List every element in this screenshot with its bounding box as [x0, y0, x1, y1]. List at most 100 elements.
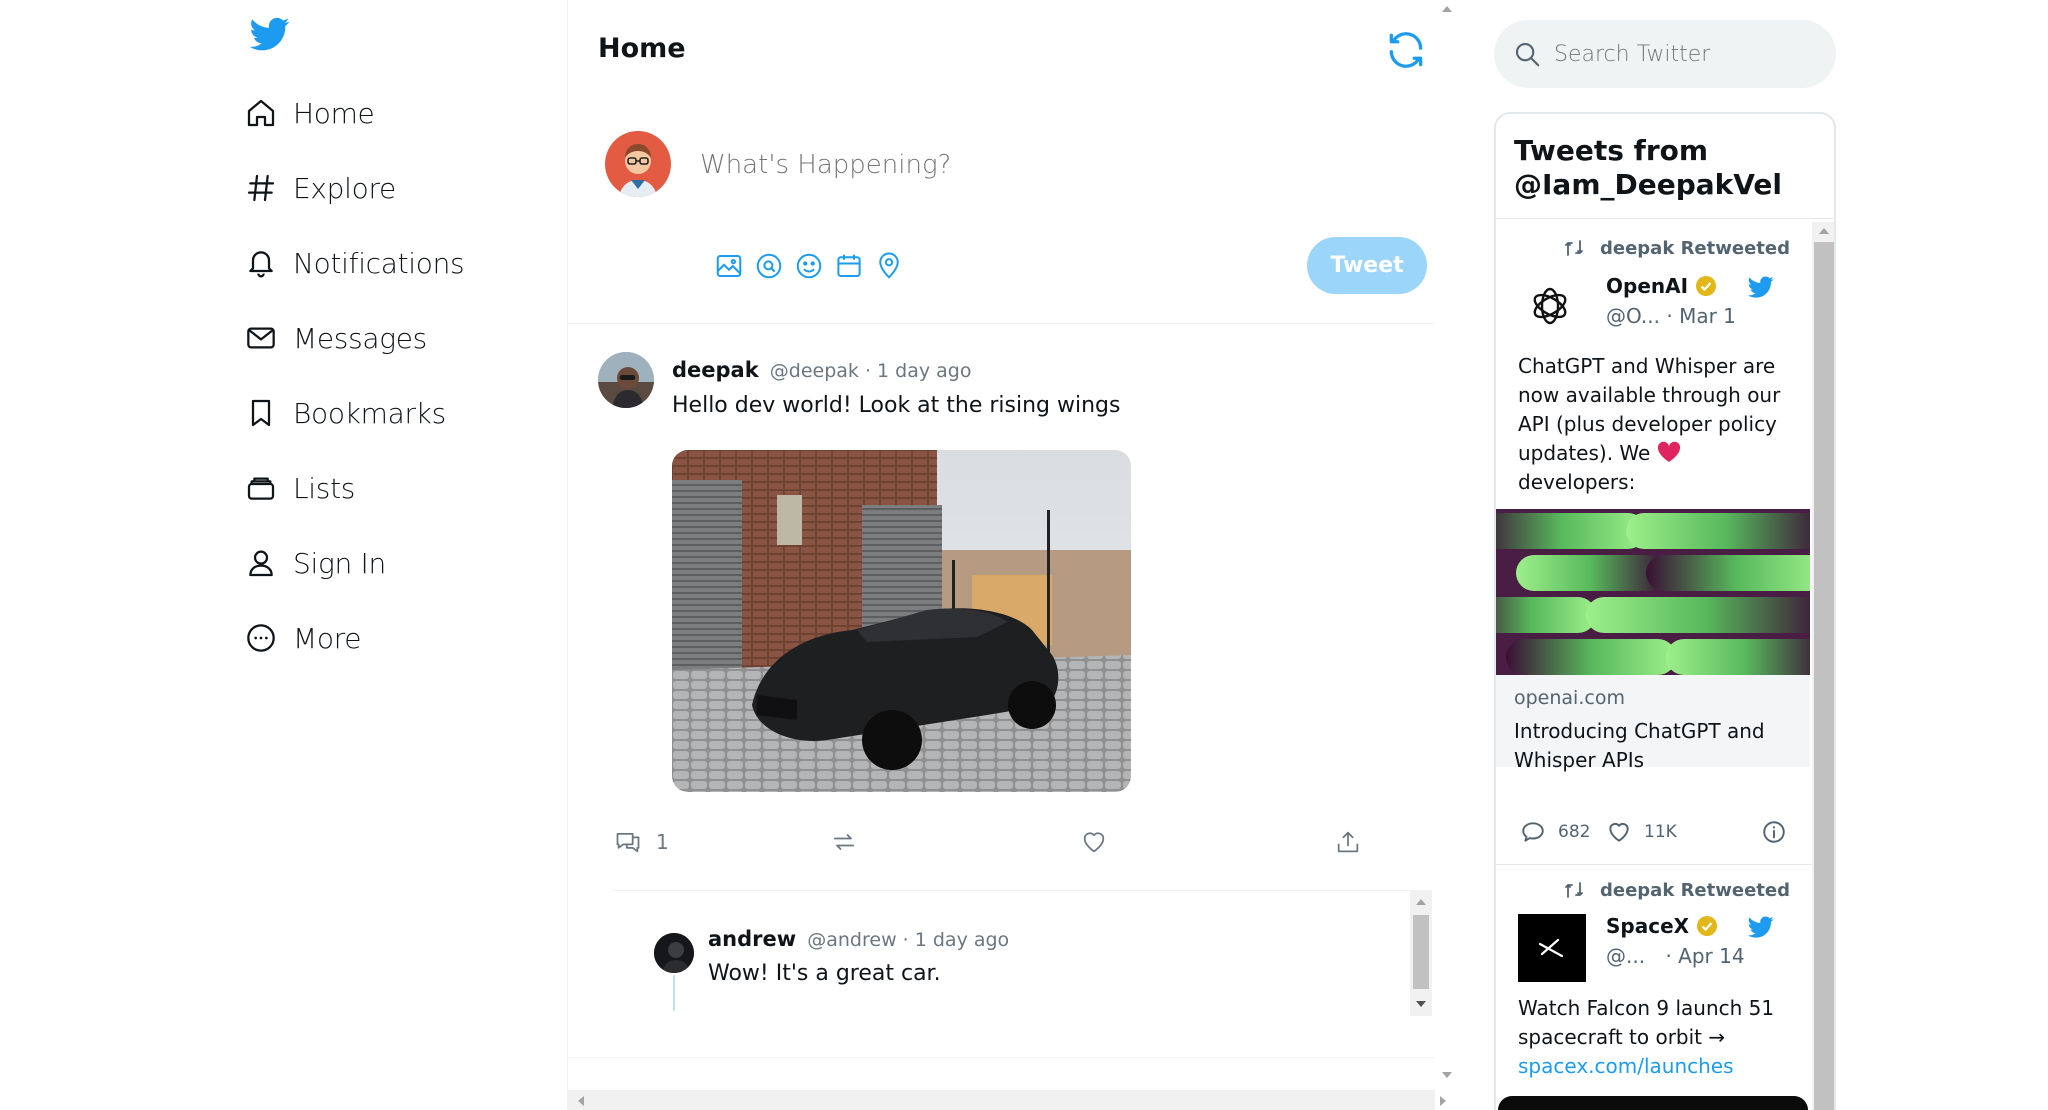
account-name[interactable]: SpaceX [1606, 914, 1689, 938]
reply-avatar[interactable] [654, 933, 694, 973]
openai-name[interactable]: OpenAI [1606, 274, 1718, 298]
spacex-meta: @... · Apr 14 [1606, 944, 1745, 968]
main-scrollbar[interactable] [1435, 0, 1458, 1090]
tweet-link[interactable]: spacex.com/launches [1518, 1054, 1734, 1078]
tweet-text: ChatGPT and Whisper are now available th… [1518, 354, 1781, 465]
tweet-date[interactable]: · Mar 1 [1666, 304, 1736, 328]
list-icon [247, 477, 275, 500]
retweet-icon [833, 834, 855, 850]
reply-scroll-thumb[interactable] [1413, 915, 1429, 989]
reply-meta: @andrew · 1 day ago [807, 929, 1010, 951]
nav-item-messages[interactable]: Messages [245, 313, 427, 363]
openai-card-image[interactable] [1496, 509, 1810, 675]
spacex-logo-icon [1538, 938, 1564, 958]
timeline-title-line1: Tweets from [1514, 134, 1709, 167]
retweet-label: deepak Retweeted [1562, 236, 1790, 260]
location-icon[interactable] [874, 251, 904, 281]
bookmark-icon [251, 399, 271, 427]
post-author-name[interactable]: deepak [672, 358, 759, 382]
retweet-icon [1565, 882, 1583, 898]
scroll-up-icon[interactable] [1415, 897, 1427, 907]
spacex-avatar[interactable] [1518, 914, 1586, 982]
home-icon [247, 99, 275, 127]
twitter-logo-icon[interactable] [247, 14, 293, 54]
compose-input[interactable] [700, 150, 1300, 180]
tweet-button[interactable]: Tweet [1307, 237, 1427, 294]
reply-count: 682 [1558, 822, 1591, 842]
openai-meta: @O... · Mar 1 [1606, 304, 1736, 328]
search-box[interactable] [1494, 20, 1836, 88]
verified-gold-icon [1697, 916, 1718, 936]
reply-scrollbar[interactable] [1410, 891, 1432, 1016]
thread-line [673, 975, 675, 1011]
refresh-icon[interactable] [1384, 28, 1428, 72]
share-action[interactable] [1334, 828, 1362, 856]
scroll-up-icon[interactable] [1818, 226, 1830, 236]
nav-item-label: Notifications [293, 246, 465, 280]
gif-search-icon[interactable] [754, 251, 784, 281]
schedule-icon[interactable] [834, 251, 864, 281]
nav-item-label: Messages [293, 321, 427, 355]
retweet-action[interactable] [830, 828, 858, 856]
spacex-name[interactable]: SpaceX [1606, 914, 1719, 938]
envelope-icon [247, 327, 275, 349]
timeline-title: Tweets from @Iam_DeepakVel [1514, 134, 1782, 202]
post-image[interactable] [672, 450, 1131, 792]
openai-avatar[interactable] [1524, 280, 1576, 332]
reply-text: Wow! It's a great car. [708, 961, 941, 986]
account-handle[interactable]: @... [1606, 944, 1645, 968]
left-sidebar: Home Explore Notifications Messages Book… [245, 0, 565, 1110]
retweet-label: deepak Retweeted [1562, 878, 1790, 902]
retweet-text: deepak Retweeted [1600, 879, 1790, 901]
reply-author-name[interactable]: andrew [708, 927, 796, 951]
reply-count: 1 [656, 830, 669, 854]
scroll-down-icon[interactable] [1415, 999, 1427, 1009]
retweet-text: deepak Retweeted [1600, 237, 1790, 259]
scroll-right-icon[interactable] [1438, 1095, 1448, 1107]
nav-item-bookmarks[interactable]: Bookmarks [245, 388, 446, 438]
twitter-bird-icon[interactable] [1746, 274, 1776, 300]
nav-item-notifications[interactable]: Notifications [245, 238, 465, 288]
tweet-date[interactable]: · Apr 14 [1665, 944, 1744, 968]
account-name[interactable]: OpenAI [1606, 274, 1688, 298]
post-header: deepak @deepak · 1 day ago [672, 358, 972, 382]
timeline-handle[interactable]: @Iam_DeepakVel [1514, 168, 1782, 202]
like-action[interactable] [1080, 828, 1108, 856]
scroll-down-icon[interactable] [1441, 1070, 1453, 1080]
emoji-icon[interactable] [794, 251, 824, 281]
red-heart-icon [1657, 441, 1680, 462]
post-avatar[interactable] [598, 352, 654, 408]
nav-item-more[interactable]: More [245, 613, 362, 663]
horizontal-scrollbar[interactable] [568, 1090, 1446, 1110]
heart-icon [1083, 832, 1105, 853]
reply-action[interactable]: 1 [614, 828, 669, 856]
nav-item-home[interactable]: Home [245, 88, 375, 138]
card-domain: openai.com [1514, 687, 1625, 709]
twitter-bird-icon[interactable] [1746, 914, 1776, 940]
nav-item-label: More [293, 621, 362, 655]
thread-divider [568, 1057, 1458, 1058]
openai-reply-action[interactable]: 682 [1520, 819, 1590, 845]
spacex-tweet-text: Watch Falcon 9 launch 51 spacecraft to o… [1518, 994, 1798, 1081]
post-meta: @deepak · 1 day ago [769, 360, 972, 382]
compose-avatar [605, 131, 671, 197]
search-input[interactable] [1554, 41, 1814, 67]
spacex-media-preview[interactable] [1498, 1096, 1808, 1110]
user-icon [249, 550, 273, 577]
comment-icon [616, 832, 640, 853]
openai-link-card[interactable]: openai.com Introducing ChatGPT and Whisp… [1496, 675, 1810, 772]
image-icon[interactable] [714, 251, 744, 281]
openai-like-action[interactable]: 11K [1606, 819, 1677, 845]
nav-item-explore[interactable]: Explore [245, 163, 396, 213]
info-icon[interactable] [1761, 819, 1787, 845]
timeline-scroll-thumb[interactable] [1814, 242, 1834, 1110]
search-icon [1515, 42, 1540, 67]
nav-item-label: Bookmarks [293, 396, 446, 430]
timeline-scrollbar[interactable] [1812, 222, 1834, 1110]
nav-item-lists[interactable]: Lists [245, 463, 355, 513]
nav-item-sign-in[interactable]: Sign In [245, 538, 386, 588]
scroll-left-icon[interactable] [576, 1095, 586, 1107]
account-handle[interactable]: @O... [1606, 304, 1660, 328]
tweet-text-end: developers: [1518, 470, 1636, 494]
scroll-up-icon[interactable] [1441, 4, 1453, 14]
